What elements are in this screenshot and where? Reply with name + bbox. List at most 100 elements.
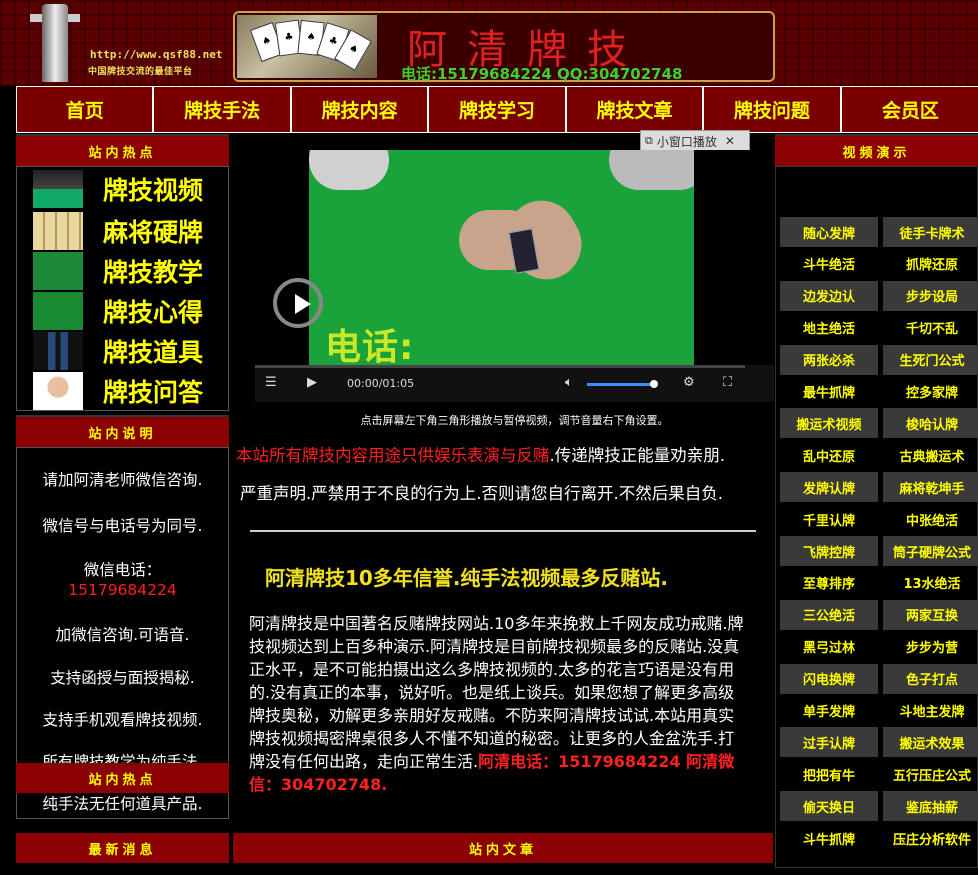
hot-item-label: 牌技道具	[103, 338, 204, 367]
playlist-icon[interactable]: ☰	[265, 375, 277, 390]
hot-item[interactable]: 牌技问答	[33, 371, 233, 411]
video-demo-link[interactable]: 飞牌控牌	[780, 536, 878, 566]
nav-articles[interactable]: 牌技文章	[567, 87, 705, 132]
site-url[interactable]: http://www.qsf88.net	[90, 48, 222, 61]
nav-content[interactable]: 牌技内容	[292, 87, 430, 132]
hot-item-label: 牌技教学	[103, 258, 204, 287]
video-demo-link[interactable]: 闪电换牌	[780, 663, 878, 694]
articles-panel-title: 站内文章	[233, 833, 773, 863]
video-caption: 点击屏幕左下角三角形播放与暂停视频，调节音量右下角设置。	[360, 414, 669, 427]
news-panel-title: 最新消息	[16, 833, 229, 863]
sleeve-image	[609, 150, 694, 190]
volume-knob[interactable]	[650, 380, 658, 388]
video-demo-link[interactable]: 发牌认牌	[780, 472, 878, 503]
video-demo-link[interactable]: 色子打点	[883, 663, 978, 694]
volume-icon[interactable]: 🔈︎	[565, 375, 573, 390]
video-demo-link[interactable]: 筒子硬牌公式	[883, 536, 978, 566]
wechat-phone: 15179684224	[68, 581, 177, 599]
site-banner: ♠ ♣ ♠ ♣ ♠ 阿清牌技 电话:15179684224 QQ:3047027…	[233, 11, 775, 83]
video-demo-link[interactable]: 千里认牌	[780, 504, 878, 534]
desc-line: 加微信咨询.可语音.	[55, 626, 190, 644]
mini-player-button[interactable]: ⧉ 小窗口播放 ✕	[640, 130, 750, 152]
hot-item[interactable]: 牌技心得	[33, 291, 233, 331]
video-demo-link[interactable]: 压庄分析软件	[883, 823, 978, 853]
nav-techniques[interactable]: 牌技手法	[154, 87, 292, 132]
notice-line-1: 本站所有牌技内容用途只供娱乐表演与反赌.传递牌技正能量劝亲朋.	[236, 442, 725, 466]
play-button[interactable]	[273, 278, 323, 328]
desc-line: 支持函授与面授揭秘.	[50, 669, 195, 687]
hot-item-label: 麻将硬牌	[103, 218, 204, 247]
video-demo-link[interactable]: 至尊排序	[780, 568, 878, 598]
hot-panel-title-overlay: 站内热点	[16, 763, 229, 793]
video-demo-link[interactable]: 斗牛绝活	[780, 249, 878, 279]
video-demo-link[interactable]: 五行压庄公式	[883, 759, 978, 789]
video-demo-link[interactable]: 地主绝活	[780, 313, 878, 343]
notice-red: 本站所有牌技内容用途只供娱乐表演与反赌	[236, 446, 550, 465]
sleeve-image	[309, 150, 389, 190]
video-demo-link[interactable]: 两家互换	[883, 599, 978, 630]
video-demo-title: 视频演示	[775, 134, 978, 166]
video-demo-link[interactable]: 斗牛抓牌	[780, 823, 878, 853]
video-demo-link[interactable]: 随心发牌	[780, 217, 878, 247]
video-demo-link[interactable]: 把把有牛	[780, 759, 878, 789]
video-demo-link[interactable]: 搬运术视频	[780, 408, 878, 439]
video-demo-link[interactable]: 搬运术效果	[883, 727, 978, 758]
video-demo-link[interactable]: 梭哈认牌	[883, 408, 978, 439]
hot-panel-title: 站内热点	[16, 134, 229, 166]
video-demo-link[interactable]: 徒手卡牌术	[883, 217, 978, 247]
desc-line: 纯手法无任何道具产品.	[42, 795, 203, 813]
video-player[interactable]: 电话: 15179684224 ☰ ▶ 00:00/01:05 🔈︎ ⚙ ⛶	[255, 150, 774, 402]
center-body: 阿清牌技是中国著名反赌牌技网站.10多年来挽救上千网友成功戒赌.牌技视频达到上百…	[249, 612, 749, 796]
video-demo-link[interactable]: 斗地主发牌	[883, 696, 978, 726]
nav-learning[interactable]: 牌技学习	[429, 87, 567, 132]
hot-item[interactable]: 牌技视频	[33, 169, 233, 209]
divider	[250, 530, 756, 532]
desc-panel-title: 站内说明	[16, 415, 229, 447]
site-header: http://www.qsf88.net 中国牌技交流的最佳平台 ♠ ♣ ♠ ♣…	[0, 0, 978, 86]
hot-item[interactable]: 牌技道具	[33, 331, 233, 371]
hot-list: 牌技视频 麻将硬牌 牌技教学 牌技心得 牌技道具 牌技问答	[16, 166, 229, 411]
playing-cards-image: ♠ ♣ ♠ ♣ ♠	[237, 15, 377, 78]
video-progress-bar[interactable]	[255, 365, 745, 368]
hot-item-label: 牌技问答	[103, 378, 204, 407]
volume-slider[interactable]	[587, 383, 653, 386]
video-demo-link[interactable]: 控多家牌	[883, 377, 978, 407]
video-demo-link[interactable]: 麻将乾坤手	[883, 472, 978, 503]
hot-item[interactable]: 牌技教学	[33, 251, 233, 291]
main-nav: 首页 牌技手法 牌技内容 牌技学习 牌技文章 牌技问题 会员区	[16, 86, 978, 133]
video-demo-link[interactable]: 最牛抓牌	[780, 377, 878, 407]
video-demo-link[interactable]: 黑弓过林	[780, 632, 878, 662]
video-demo-link[interactable]: 中张绝活	[883, 504, 978, 534]
video-demo-link[interactable]: 古典搬运术	[883, 440, 978, 470]
video-demo-link[interactable]: 抓牌还原	[883, 249, 978, 279]
video-demo-link[interactable]: 千切不乱	[883, 313, 978, 343]
video-demo-link[interactable]: 生死门公式	[883, 344, 978, 375]
video-overlay-phone: 电话: 15179684224	[325, 327, 415, 365]
video-demo-link[interactable]: 过手认牌	[780, 727, 878, 758]
hot-thumbnail	[33, 332, 83, 370]
video-demo-link[interactable]: 两张必杀	[780, 344, 878, 375]
hot-item[interactable]: 麻将硬牌	[33, 211, 233, 251]
center-body-text: 阿清牌技是中国著名反赌牌技网站.10多年来挽救上千网友成功戒赌.牌技视频达到上百…	[249, 614, 744, 771]
nav-home[interactable]: 首页	[17, 87, 155, 132]
video-demo-link[interactable]: 13水绝活	[883, 568, 978, 598]
video-demo-link[interactable]: 偷天换日	[780, 791, 878, 822]
nav-questions[interactable]: 牌技问题	[704, 87, 842, 132]
desc-line: 微信电话：	[83, 561, 162, 579]
video-demo-link[interactable]: 步步为营	[883, 632, 978, 662]
desc-line: 请加阿清老师微信咨询.	[42, 471, 203, 489]
play-small-icon[interactable]: ▶	[307, 375, 317, 390]
video-demo-link[interactable]: 乱中还原	[780, 440, 878, 470]
settings-icon[interactable]: ⚙	[683, 375, 695, 390]
video-demo-link[interactable]: 步步设局	[883, 280, 978, 311]
hand-image	[493, 187, 595, 293]
fullscreen-icon[interactable]: ⛶	[723, 375, 732, 390]
video-demo-link[interactable]: 边发边认	[780, 280, 878, 311]
video-demo-link[interactable]: 三公绝活	[780, 599, 878, 630]
video-frame[interactable]: 电话: 15179684224	[309, 150, 694, 365]
desc-line: 支持手机观看牌技视频.	[42, 711, 203, 729]
close-icon[interactable]: ✕	[725, 134, 735, 148]
nav-members[interactable]: 会员区	[842, 87, 978, 132]
video-demo-link[interactable]: 鉴底抽薪	[883, 791, 978, 822]
video-demo-link[interactable]: 单手发牌	[780, 696, 878, 726]
